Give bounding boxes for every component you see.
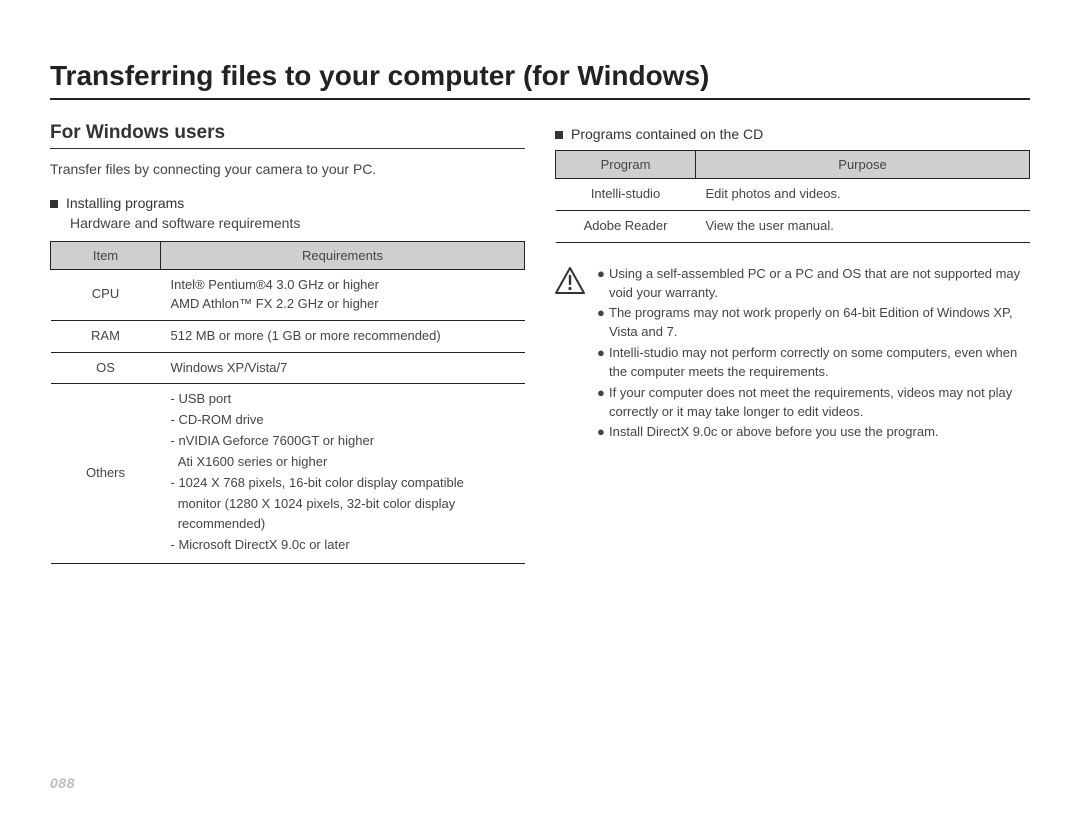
programs-label: Programs contained on the CD: [571, 126, 763, 142]
programs-table: Program Purpose Intelli-studio Edit phot…: [555, 150, 1030, 243]
prog-header-purpose: Purpose: [696, 151, 1030, 179]
right-column: Programs contained on the CD Program Pur…: [555, 122, 1030, 564]
requirements-subtitle: Hardware and software requirements: [70, 215, 525, 231]
requirements-table: Item Requirements CPU Intel® Pentium®4 3…: [50, 241, 525, 564]
req-header-req: Requirements: [161, 242, 525, 270]
page-title: Transferring files to your computer (for…: [50, 60, 1030, 100]
page: Transferring files to your computer (for…: [0, 0, 1080, 815]
prog-purpose: View the user manual.: [696, 210, 1030, 242]
section-programs-on-cd: Programs contained on the CD: [555, 126, 1030, 142]
req-value: Intel® Pentium®4 3.0 GHz or higher AMD A…: [161, 270, 525, 321]
prog-item: Intelli-studio: [556, 179, 696, 211]
req-item: RAM: [51, 320, 161, 352]
list-item: ●Using a self-assembled PC or a PC and O…: [597, 265, 1030, 303]
req-item: OS: [51, 352, 161, 384]
list-item: ●The programs may not work properly on 6…: [597, 304, 1030, 342]
table-row: RAM 512 MB or more (1 GB or more recomme…: [51, 320, 525, 352]
req-value: - USB port - CD-ROM drive - nVIDIA Gefor…: [161, 384, 525, 564]
bullet-square-icon: [50, 200, 58, 208]
prog-purpose: Edit photos and videos.: [696, 179, 1030, 211]
list-item: ●Intelli-studio may not perform correctl…: [597, 344, 1030, 382]
table-header-row: Program Purpose: [556, 151, 1030, 179]
prog-header-program: Program: [556, 151, 696, 179]
req-item: Others: [51, 384, 161, 564]
list-item: ●If your computer does not meet the requ…: [597, 384, 1030, 422]
subheading-windows-users: For Windows users: [50, 122, 525, 149]
intro-text: Transfer files by connecting your camera…: [50, 161, 525, 177]
req-item: CPU: [51, 270, 161, 321]
req-header-item: Item: [51, 242, 161, 270]
bullet-square-icon: [555, 131, 563, 139]
list-item: ●Install DirectX 9.0c or above before yo…: [597, 423, 1030, 442]
warning-list: ●Using a self-assembled PC or a PC and O…: [597, 265, 1030, 445]
table-row: Intelli-studio Edit photos and videos.: [556, 179, 1030, 211]
table-row: Others - USB port - CD-ROM drive - nVIDI…: [51, 384, 525, 564]
warning-box: ●Using a self-assembled PC or a PC and O…: [555, 265, 1030, 445]
columns: For Windows users Transfer files by conn…: [50, 122, 1030, 564]
table-row: Adobe Reader View the user manual.: [556, 210, 1030, 242]
table-row: OS Windows XP/Vista/7: [51, 352, 525, 384]
installing-label: Installing programs: [66, 195, 184, 211]
page-number: 088: [50, 775, 75, 791]
table-row: CPU Intel® Pentium®4 3.0 GHz or higher A…: [51, 270, 525, 321]
req-value: 512 MB or more (1 GB or more recommended…: [161, 320, 525, 352]
req-value: Windows XP/Vista/7: [161, 352, 525, 384]
prog-item: Adobe Reader: [556, 210, 696, 242]
table-header-row: Item Requirements: [51, 242, 525, 270]
left-column: For Windows users Transfer files by conn…: [50, 122, 525, 564]
warning-icon: [555, 265, 585, 300]
section-installing-programs: Installing programs: [50, 195, 525, 211]
